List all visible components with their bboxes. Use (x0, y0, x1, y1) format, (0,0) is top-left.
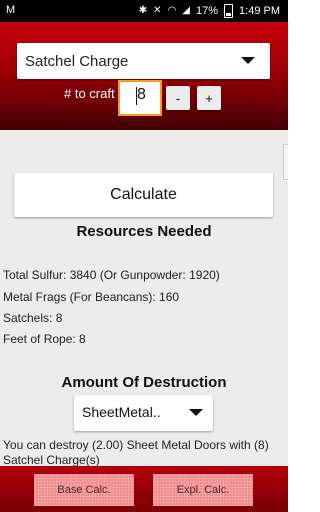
quantity-input[interactable]: 8 (118, 80, 162, 116)
resource-rope: Feet of Rope: 8 (3, 332, 86, 346)
notification-icon: M (6, 4, 16, 16)
craft-row: # to craft 8 - + (0, 80, 288, 116)
resources-heading: Resources Needed (76, 223, 212, 240)
resource-sulfur: Total Sulfur: 3840 (Or Gunpowder: 1920) (3, 268, 220, 282)
main-content[interactable]: Calculate Resources Needed Total Sulfur:… (0, 130, 288, 467)
quantity-value: 8 (137, 86, 146, 103)
side-drawer-handle[interactable] (283, 144, 288, 180)
item-select-value: Satchel Charge (25, 52, 129, 70)
mute-icon: ✕ (153, 5, 162, 16)
target-select[interactable]: SheetMetal.. (74, 395, 213, 431)
text-cursor (136, 87, 137, 105)
target-select-value: SheetMetal.. (82, 404, 161, 420)
battery-percent: 17% (196, 5, 219, 17)
dropdown-arrow-icon (189, 409, 203, 416)
signal-icon: ◢ (182, 5, 190, 16)
base-calc-button[interactable]: Base Calc. (34, 474, 134, 506)
status-icons: ✱ ✕ ◠ ◢ 17% 1:49 PM (139, 4, 280, 18)
destroy-result-text: You can destroy (2.00) Sheet Metal Doors… (3, 438, 269, 467)
expl-calc-button[interactable]: Expl. Calc. (153, 474, 253, 506)
destruction-heading: Amount Of Destruction (61, 374, 227, 391)
header: Satchel Charge # to craft 8 - + (0, 22, 288, 130)
decrement-button[interactable]: - (166, 86, 190, 110)
increment-button[interactable]: + (197, 86, 221, 110)
calculate-button[interactable]: Calculate (14, 173, 273, 217)
craft-label: # to craft (64, 86, 115, 101)
clock: 1:49 PM (239, 5, 280, 17)
item-select[interactable]: Satchel Charge (17, 43, 270, 79)
bluetooth-icon: ✱ (138, 5, 148, 16)
resource-satchels: Satchels: 8 (3, 311, 63, 325)
dropdown-arrow-icon (241, 57, 255, 64)
battery-icon (224, 4, 234, 18)
resource-metal-frags: Metal Frags (For Beancans): 160 (3, 290, 180, 304)
footer-bar: Base Calc. Expl. Calc. (0, 466, 288, 512)
wifi-icon: ◠ (167, 5, 177, 16)
status-bar: M ✱ ✕ ◠ ◢ 17% 1:49 PM (0, 0, 288, 22)
